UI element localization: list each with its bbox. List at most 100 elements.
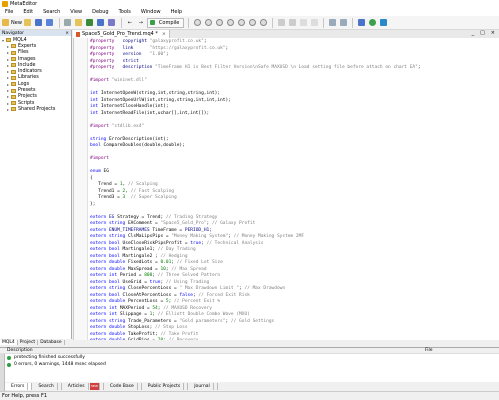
folder-icon bbox=[11, 75, 16, 80]
prev-bookmark-button[interactable] bbox=[298, 18, 308, 28]
expand-icon[interactable]: ▸ bbox=[7, 63, 10, 68]
toolbox-tab-articles[interactable]: Articles new bbox=[62, 382, 104, 390]
community-button[interactable] bbox=[378, 18, 388, 28]
code-token: // Forced Exit Risk bbox=[198, 292, 250, 298]
nav-tab-database[interactable]: Database bbox=[38, 340, 65, 345]
undo-button[interactable] bbox=[96, 18, 106, 28]
expand-icon[interactable]: ▸ bbox=[7, 82, 10, 87]
folder-icon bbox=[11, 88, 16, 93]
navigator-toggle-button[interactable] bbox=[327, 18, 337, 28]
code-token: int bbox=[90, 91, 99, 96]
output-message[interactable]: 0 errors, 0 warnings, 1448 msec elapsed bbox=[0, 361, 499, 368]
bookmark-icon bbox=[288, 19, 296, 26]
folder-icon bbox=[6, 38, 11, 43]
output-message[interactable]: protecting finished successfully bbox=[0, 354, 499, 361]
maximize-icon[interactable]: □ bbox=[480, 30, 485, 36]
save-button[interactable] bbox=[34, 18, 44, 28]
code-line: extern double GridPips = 20; // Recovery bbox=[90, 338, 498, 340]
code-token: bool bbox=[106, 240, 120, 246]
breakpoint-button[interactable] bbox=[276, 18, 286, 28]
navigator-close-icon[interactable]: × bbox=[65, 31, 69, 36]
menu-search[interactable]: Search bbox=[38, 9, 65, 15]
menu-debug[interactable]: Debug bbox=[87, 9, 113, 15]
menu-view[interactable]: View bbox=[65, 9, 87, 15]
code-token: #property bbox=[90, 52, 115, 57]
toolbox-tab-search[interactable]: Search bbox=[32, 382, 62, 390]
cut-button[interactable] bbox=[63, 18, 73, 28]
stop-button[interactable] bbox=[225, 18, 235, 28]
navigator-icon bbox=[328, 19, 336, 26]
paste-button[interactable] bbox=[85, 18, 95, 28]
code-token: PercentLoss = bbox=[125, 299, 166, 304]
expand-icon[interactable]: ▸ bbox=[7, 107, 10, 112]
code-token: string bbox=[106, 286, 126, 291]
code-token: ClsMaLipsPips = bbox=[125, 234, 172, 239]
nav-tab-mql4[interactable]: MQL4 bbox=[0, 340, 18, 345]
code-token: Trend1 = bbox=[90, 188, 123, 194]
expand-icon[interactable]: ▸ bbox=[7, 57, 10, 62]
compile-button[interactable]: Compile bbox=[146, 17, 185, 28]
code-token: copyright bbox=[122, 39, 147, 44]
code-token: version bbox=[122, 52, 142, 57]
copy-button[interactable] bbox=[74, 18, 84, 28]
save-icon bbox=[35, 19, 43, 26]
pause-button[interactable] bbox=[214, 18, 224, 28]
step-into-button[interactable] bbox=[236, 18, 246, 28]
code-area[interactable]: #property copyright "galaxyprofit.co.uk"… bbox=[90, 39, 498, 340]
code-token: FixedLots = bbox=[125, 260, 161, 265]
toolbox-tab-code-base[interactable]: Code Base bbox=[104, 382, 142, 390]
expand-icon[interactable]: ▸ bbox=[7, 50, 10, 55]
expand-icon[interactable]: ▸ bbox=[7, 75, 10, 80]
step-out-button[interactable] bbox=[258, 18, 268, 28]
menu-tools[interactable]: Tools bbox=[114, 9, 136, 15]
menu-window[interactable]: Window bbox=[136, 9, 166, 15]
status-bar: For Help, press F1 bbox=[0, 391, 499, 400]
code-token: Trade_Parameters = bbox=[125, 318, 180, 324]
start-real-debug-button[interactable] bbox=[203, 18, 213, 28]
expand-icon[interactable]: ▸ bbox=[7, 94, 10, 99]
folder-icon bbox=[11, 101, 16, 106]
code-editor[interactable]: #property copyright "galaxyprofit.co.uk"… bbox=[73, 38, 499, 340]
code-token: int bbox=[90, 104, 99, 109]
collapse-icon[interactable]: ▾ bbox=[2, 38, 5, 43]
help-button[interactable] bbox=[367, 18, 377, 28]
step-into-icon bbox=[237, 19, 245, 26]
code-token: #import bbox=[90, 78, 109, 83]
forward-button[interactable]: → bbox=[136, 18, 146, 28]
expand-icon[interactable]: ▸ bbox=[7, 101, 10, 106]
minimize-icon[interactable]: _ bbox=[472, 30, 475, 36]
code-token: extern bbox=[90, 253, 107, 259]
open-button[interactable] bbox=[23, 18, 33, 28]
document-tab[interactable]: Space5_Gold_Pro_Trend.mq4 * × bbox=[73, 30, 170, 38]
code-token: extern bbox=[90, 279, 107, 285]
save-all-button[interactable] bbox=[45, 18, 55, 28]
menu-file[interactable]: File bbox=[0, 9, 18, 15]
nav-tab-project[interactable]: Project bbox=[18, 340, 39, 345]
menu-help[interactable]: Help bbox=[166, 9, 187, 15]
undo-icon bbox=[97, 19, 105, 26]
step-over-button[interactable] bbox=[247, 18, 257, 28]
close-tab-icon[interactable]: × bbox=[162, 32, 166, 37]
start-debug-button[interactable] bbox=[192, 18, 202, 28]
toolbox-tab-errors[interactable]: Errors bbox=[5, 382, 33, 390]
bookmark-button[interactable] bbox=[287, 18, 297, 28]
expand-icon[interactable]: ▸ bbox=[7, 88, 10, 93]
toolbox-tab-label: Public Projects bbox=[145, 382, 185, 390]
code-token: // Fast Scalping bbox=[130, 188, 175, 194]
expand-icon[interactable]: ▸ bbox=[7, 69, 10, 74]
code-token: "stdlib.ex4" bbox=[108, 123, 145, 129]
tree-item-shared-projects[interactable]: ▸ Shared Projects bbox=[2, 106, 69, 112]
toolbox-tab-journal[interactable]: Journal bbox=[188, 382, 218, 390]
toolbox-toggle-button[interactable] bbox=[338, 18, 348, 28]
redo-button[interactable] bbox=[107, 18, 117, 28]
expand-icon[interactable]: ▸ bbox=[7, 44, 10, 49]
back-button[interactable]: ← bbox=[125, 18, 135, 28]
styler-button[interactable] bbox=[356, 18, 366, 28]
menu-edit[interactable]: Edit bbox=[18, 9, 38, 15]
toolbox-tab-public-projects[interactable]: Public Projects bbox=[142, 382, 189, 390]
code-token: string bbox=[106, 221, 126, 226]
tree-item-label: Libraries bbox=[18, 75, 39, 81]
close-window-icon[interactable]: × bbox=[491, 30, 495, 36]
next-bookmark-button[interactable] bbox=[309, 18, 319, 28]
new-button[interactable]: New bbox=[2, 18, 22, 28]
